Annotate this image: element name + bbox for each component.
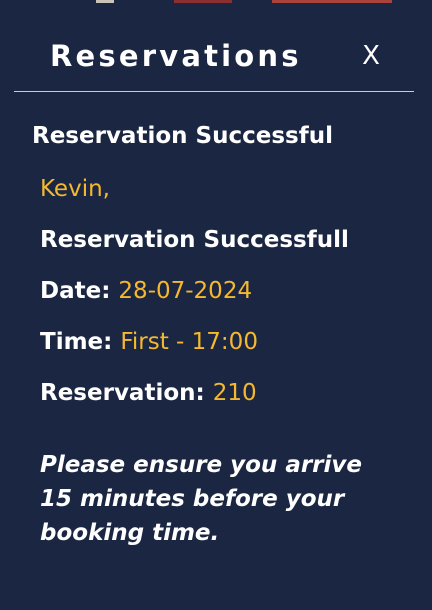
date-value: 28-07-2024 (118, 278, 253, 304)
modal-header: Reservations X (0, 30, 432, 82)
time-label: Time: (40, 329, 121, 355)
arrival-notice: Please ensure you arrive 15 minutes befo… (40, 452, 362, 546)
date-row: Date: 28-07-2024 (40, 275, 252, 307)
reservation-label: Reservation: (40, 380, 213, 406)
modal-title: Reservations (50, 39, 302, 73)
close-button[interactable]: X (356, 36, 386, 76)
reservation-number: 210 (212, 380, 257, 406)
status-message: Reservation Successfull (40, 227, 349, 253)
date-label: Date: (40, 278, 119, 304)
reservation-modal: Reservations X Reservation Successful Ke… (0, 0, 432, 610)
reservation-row: Reservation: 210 (40, 377, 257, 409)
time-value: First - 17:00 (120, 329, 258, 355)
header-divider (14, 91, 414, 92)
confirmation-heading: Reservation Successful (32, 123, 333, 149)
guest-greeting: Kevin, (40, 176, 110, 202)
time-row: Time: First - 17:00 (40, 326, 258, 358)
